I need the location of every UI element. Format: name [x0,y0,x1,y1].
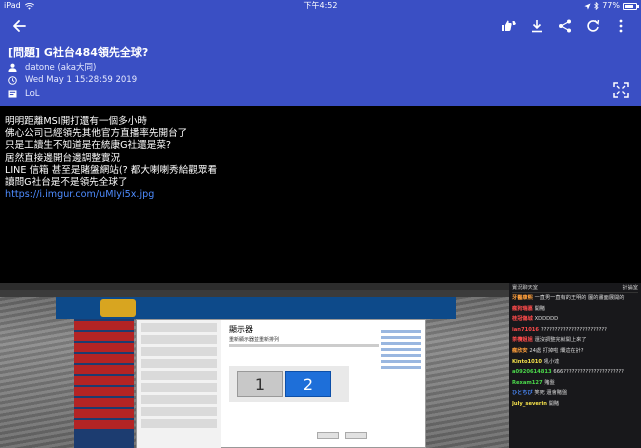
window-description [229,344,379,347]
battery-icon [623,2,639,10]
board-icon [8,90,17,98]
monitor-2: 2 [285,371,331,397]
chat-username: 茶欖姐姐 [512,337,535,344]
author-name: datone (aka大同) [25,63,97,73]
chat-message: Rexam127 賭盤 [512,378,638,389]
refresh-icon [587,19,600,32]
chat-message: ian71016 ???????????????????????? [512,325,638,336]
chat-message: 茶欖姐姐 還沒調整完就開上來了 [512,335,638,346]
chat-username: 牙醫康熙 [512,295,535,301]
chat-username: ひとちび [512,390,535,397]
chat-message: 瘋欣安 24處 打掉啦 爛這在計? [512,346,638,357]
content-line: 只是工讀生不知道是在統康G社還是菜? [5,140,172,152]
window-subtitle: 重新顯示器並重新排列 [229,337,280,343]
chat-username: Rexam127 [512,379,545,386]
board-row[interactable]: LoL [8,89,40,99]
rate-button[interactable] [497,15,521,37]
fullscreen-icon [613,82,629,98]
chat-username: Kinto1010 [512,358,544,365]
chat-header-left: 實況聊天室 [512,285,538,291]
clock-icon [8,75,17,85]
location-icon [584,2,591,10]
chat-text: 賭盤 [544,379,555,386]
chat-header: 實況聊天室 計論室 [512,283,638,293]
monitor-arrangement: 1 2 [229,366,349,402]
person-icon [8,63,17,72]
window-title: 顯示器 [229,325,253,334]
battery-percent: 77% [602,1,620,10]
chat-message: 瘋狗瑞嘉 開賭 [512,304,638,315]
status-bar: iPad 下午4:52 77% [0,0,641,12]
date-row: Wed May 1 15:28:59 2019 [8,75,137,85]
content-line: 讀問G社台是不是領先全球了 [5,177,128,189]
chat-text: 還沒調整完就開上來了 [534,337,587,344]
author-row[interactable]: datone (aka大同) [8,61,96,73]
content-line: LINE 信箱 甚至是賭盤網站(? 都大喇喇秀給觀眾看 [5,164,218,176]
chat-username: a0920614813 [512,369,554,376]
chat-text: 666?????????????????????? [553,369,624,376]
content-line: 居然直接邊開台邊調整實況 [5,152,121,164]
content-line: 佛心公司已經領先其他官方直播率先開台了 [5,128,188,140]
content-line: 明明距離MSI開打還有一個多小時 [5,116,147,127]
related-settings [381,330,421,372]
display-settings-window: 顯示器 重新顯示器並重新排列 1 2 [136,319,426,448]
back-button[interactable] [8,15,30,37]
chat-username: 桂冠傷城 [512,316,535,323]
stream-video: 顯示器 重新顯示器並重新排列 1 2 [0,283,509,448]
image-link[interactable]: https://i.imgur.com/uMIyi5x.jpg [5,189,217,201]
chat-message: Kinto1010 吼小達 [512,357,638,368]
bluetooth-icon [594,2,599,10]
post-date: Wed May 1 15:28:59 2019 [25,75,138,85]
chat-text: 笑死 還會賭盤 [534,390,568,397]
website-sidebar [74,319,134,448]
chat-message: ひとちび 笑死 還會賭盤 [512,388,638,399]
thumbs-icon [502,20,516,31]
board-name: LoL [25,89,40,99]
website-logo [100,299,136,317]
app-toolbar [0,12,641,40]
fullscreen-button[interactable] [613,82,629,98]
monitor-1: 1 [237,371,283,397]
chat-text: 開賭 [534,305,545,312]
chat-text: ???????????????????????? [540,326,607,333]
embedded-image[interactable]: 顯示器 重新顯示器並重新排列 1 2 實況聊天室 計論室 牙醫康熙 一直男一直有… [0,283,641,448]
chat-header-right: 計論室 [622,285,638,291]
browser-tabbar [0,283,509,290]
chat-message: a0920614813 666?????????????????????? [512,367,638,378]
status-time: 下午4:52 [303,1,338,10]
more-vert-icon [619,19,623,33]
browser-addressbar [0,290,509,297]
chat-message: July_severin 開賭 [512,399,638,410]
chat-username: 瘋欣安 [512,347,530,354]
chat-message: 桂冠傷城 XDDDDD [512,314,638,325]
chat-text: 一直男一直有的王明的 圖的畫面展開的 [534,295,625,301]
chat-username: ian71016 [512,326,541,333]
chat-text: XDDDDD [534,316,559,323]
chat-message: 牙醫康熙 一直男一直有的王明的 圖的畫面展開的 [512,293,638,304]
share-icon [559,19,571,33]
arrow-back-icon [13,20,26,32]
chat-text: 24處 打掉啦 爛這在計? [529,347,584,354]
more-button[interactable] [609,15,633,37]
post-title: [問題] G社台484領先全球? [8,46,149,59]
download-button[interactable] [525,15,549,37]
post-content: 明明距離MSI開打還有一個多小時 佛心公司已經領先其他官方直播率先開台了 只是工… [5,116,217,201]
refresh-button[interactable] [581,15,605,37]
chat-username: July_severin [512,400,549,407]
chat-username: 瘋狗瑞嘉 [512,305,535,312]
chat-text: 吼小達 [543,358,560,365]
post-header: [問題] G社台484領先全球? datone (aka大同) Wed May … [0,40,641,106]
chat-text: 開賭 [548,400,560,407]
stream-chat: 實況聊天室 計論室 牙醫康熙 一直男一直有的王明的 圖的畫面展開的 瘋狗瑞嘉 開賭… [509,283,641,448]
download-icon [532,20,542,33]
chat-list: 牙醫康熙 一直男一直有的王明的 圖的畫面展開的 瘋狗瑞嘉 開賭 桂冠傷城 XDDDD… [512,293,638,410]
window-buttons [317,432,367,439]
share-button[interactable] [553,15,577,37]
settings-nav [137,320,221,448]
